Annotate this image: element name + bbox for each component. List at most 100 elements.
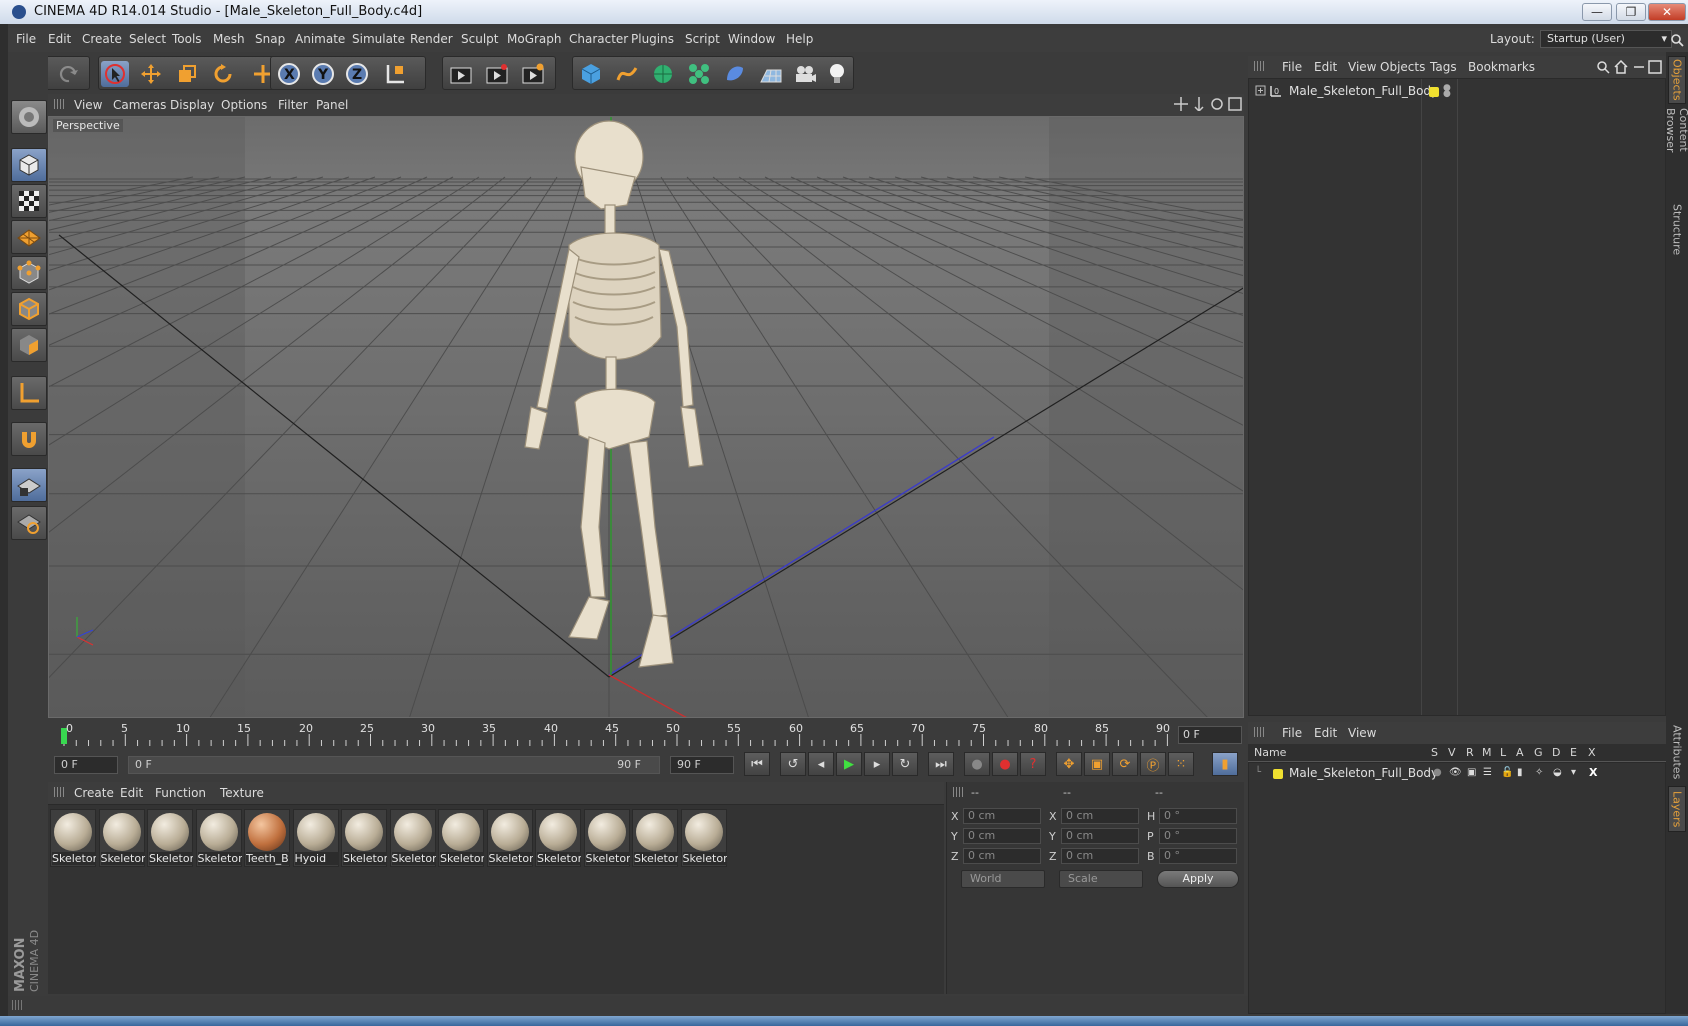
key-position-icon[interactable]: ✥: [1056, 752, 1082, 776]
col-manager[interactable]: M: [1482, 746, 1492, 759]
size-x-field[interactable]: 0 cm: [1061, 808, 1139, 824]
size-mode-dropdown[interactable]: Scale: [1059, 870, 1143, 888]
cube-primitive-icon[interactable]: [577, 61, 605, 87]
menu-animate[interactable]: Animate: [295, 32, 345, 46]
live-selection-icon[interactable]: [101, 61, 129, 87]
model-mode-icon[interactable]: [11, 148, 47, 182]
material-swatch[interactable]: Skeletor: [438, 809, 484, 867]
previous-keyframe-icon[interactable]: ↺: [780, 752, 806, 776]
menu-create[interactable]: Create: [82, 32, 122, 46]
menu-snap[interactable]: Snap: [255, 32, 285, 46]
material-swatch[interactable]: Skeletor: [98, 809, 145, 867]
material-swatch[interactable]: Skeletor: [195, 809, 242, 867]
redo-icon[interactable]: [55, 61, 83, 87]
menu-script[interactable]: Script: [685, 32, 720, 46]
pos-z-field[interactable]: 0 cm: [963, 848, 1041, 864]
col-expressions[interactable]: E: [1570, 746, 1577, 759]
material-swatch[interactable]: Skeletor: [583, 809, 630, 867]
generators-toggle-icon[interactable]: ✧: [1535, 767, 1543, 778]
search-icon[interactable]: [1666, 28, 1688, 52]
viewport-maximize-icon[interactable]: [1228, 97, 1242, 114]
menu-edit[interactable]: Edit: [48, 32, 71, 46]
key-scale-icon[interactable]: ▣: [1084, 752, 1110, 776]
objects-menu-edit[interactable]: Edit: [1314, 60, 1337, 74]
menu-plugins[interactable]: Plugins: [631, 32, 674, 46]
tab-layers[interactable]: Layers: [1668, 786, 1686, 832]
nurbs-icon[interactable]: [649, 61, 677, 87]
maximize-button[interactable]: ❐: [1616, 3, 1646, 21]
rot-p-field[interactable]: 0 °: [1159, 828, 1237, 844]
viewport-menu-view[interactable]: View: [74, 98, 102, 112]
xref-toggle-icon[interactable]: X: [1589, 766, 1597, 779]
viewport-pan-icon[interactable]: [1174, 97, 1188, 114]
objects-menu-tags[interactable]: Tags: [1430, 60, 1457, 74]
material-swatch[interactable]: Skeletor: [535, 809, 581, 867]
viewport-menu-filter[interactable]: Filter: [278, 98, 308, 112]
menu-character[interactable]: Character: [569, 32, 628, 46]
viewport-zoom-icon[interactable]: [1192, 97, 1206, 114]
pos-y-field[interactable]: 0 cm: [963, 828, 1041, 844]
render-toggle-icon[interactable]: ▣: [1467, 767, 1476, 778]
tab-attributes[interactable]: Attributes: [1668, 722, 1686, 782]
material-swatch[interactable]: Teeth_B: [244, 809, 290, 867]
menu-mesh[interactable]: Mesh: [213, 32, 245, 46]
rot-h-field[interactable]: 0 °: [1159, 808, 1237, 824]
lock-toggle-icon[interactable]: 🔓: [1501, 767, 1513, 778]
menu-mograph[interactable]: MoGraph: [507, 32, 562, 46]
viewport-menu-options[interactable]: Options: [221, 98, 267, 112]
timeline[interactable]: 0 5 10 15 20 25 30 35 40 45 50 55 60 65 …: [48, 722, 1244, 752]
viewport-rotate-icon[interactable]: [1210, 97, 1224, 114]
viewport-menu-display[interactable]: Display: [170, 98, 214, 112]
menu-render[interactable]: Render: [410, 32, 453, 46]
tab-objects[interactable]: Objects: [1668, 56, 1686, 104]
col-xref[interactable]: X: [1588, 746, 1596, 759]
size-z-field[interactable]: 0 cm: [1061, 848, 1139, 864]
deformer-icon[interactable]: [721, 61, 749, 87]
col-view[interactable]: V: [1448, 746, 1456, 759]
objects-menu-bookmarks[interactable]: Bookmarks: [1468, 60, 1535, 74]
go-to-start-icon[interactable]: ⏮: [744, 752, 770, 776]
next-keyframe-icon[interactable]: ↻: [892, 752, 918, 776]
col-locked[interactable]: L: [1500, 746, 1506, 759]
array-icon[interactable]: [685, 61, 713, 87]
menu-sculpt[interactable]: Sculpt: [461, 32, 498, 46]
animation-toggle-icon[interactable]: ▮: [1517, 767, 1523, 778]
frame-range-slider[interactable]: 0 F 90 F: [128, 756, 660, 774]
view-toggle-icon[interactable]: 👁: [1449, 767, 1462, 778]
menu-help[interactable]: Help: [786, 32, 813, 46]
objects-back-icon[interactable]: [1632, 60, 1646, 77]
key-rotation-icon[interactable]: ⟳: [1112, 752, 1138, 776]
deformers-toggle-icon[interactable]: ◒: [1553, 767, 1562, 778]
layers-menu-edit[interactable]: Edit: [1314, 726, 1337, 740]
render-settings-icon[interactable]: [519, 61, 547, 87]
col-deformers[interactable]: D: [1552, 746, 1560, 759]
apply-button[interactable]: Apply: [1157, 870, 1239, 888]
polygons-mode-icon[interactable]: [11, 328, 47, 362]
timeline-window-icon[interactable]: ▮: [1212, 752, 1238, 776]
render-view-icon[interactable]: [447, 61, 475, 87]
menu-select[interactable]: Select: [129, 32, 166, 46]
end-frame-field[interactable]: 90 F: [670, 756, 734, 774]
panel-grip-icon[interactable]: [54, 787, 64, 797]
previous-frame-icon[interactable]: ◂: [808, 752, 834, 776]
col-solo[interactable]: S: [1431, 746, 1438, 759]
solo-toggle-icon[interactable]: ●: [1433, 767, 1442, 778]
expand-icon[interactable]: [1255, 85, 1267, 100]
points-mode-icon[interactable]: [11, 256, 47, 290]
material-swatch[interactable]: Skeletor: [680, 809, 727, 867]
panel-grip-icon[interactable]: [1254, 727, 1264, 737]
next-frame-icon[interactable]: ▸: [864, 752, 890, 776]
key-parameter-icon[interactable]: Ⓟ: [1140, 752, 1166, 776]
panel-grip-icon[interactable]: [54, 99, 64, 109]
col-render[interactable]: R: [1466, 746, 1474, 759]
rotate-icon[interactable]: [209, 61, 237, 87]
material-swatch[interactable]: Hyoid: [292, 809, 339, 867]
material-menu-create[interactable]: Create: [74, 786, 114, 800]
viewport-menu-cameras[interactable]: Cameras: [113, 98, 166, 112]
object-row[interactable]: 0 Male_Skeleton_Full_Body ● ●: [1249, 83, 1667, 101]
pos-x-field[interactable]: 0 cm: [963, 808, 1041, 824]
layer-row[interactable]: └ Male_Skeleton_Full_Body ● 👁 ▣ ☰ 🔓 ▮ ✧ …: [1249, 765, 1667, 783]
material-swatch[interactable]: Skeletor: [389, 809, 436, 867]
coordinate-space-dropdown[interactable]: World: [961, 870, 1045, 888]
menu-tools[interactable]: Tools: [172, 32, 202, 46]
